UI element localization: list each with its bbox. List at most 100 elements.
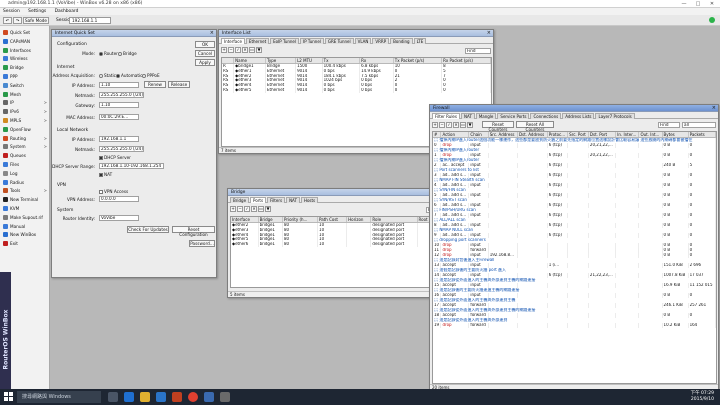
winbox-taskbar-icon[interactable]: [204, 392, 214, 402]
undo-button[interactable]: ↶: [3, 17, 12, 24]
release-button[interactable]: Release: [168, 81, 190, 88]
dhcp-range-field[interactable]: 192.168.1.10-192.168.1.254: [99, 163, 164, 169]
disable-icon[interactable]: ✕: [251, 206, 257, 212]
router-identity-field[interactable]: VoVibe: [99, 215, 139, 221]
comment-icon[interactable]: ▭: [460, 122, 466, 128]
redo-button[interactable]: ↷: [13, 17, 22, 24]
filter-icon[interactable]: ▼: [256, 47, 262, 53]
sidebar-item-mesh[interactable]: Mesh: [1, 91, 49, 98]
start-button[interactable]: [4, 392, 14, 402]
chain-select[interactable]: all: [682, 122, 716, 128]
filter-icon[interactable]: ▼: [467, 122, 473, 128]
table-row[interactable]: ◆ether6 bridge1 80 10 designated port: [231, 242, 452, 247]
sidebar-item-capsman[interactable]: CAPsMAN: [1, 38, 49, 45]
disable-icon[interactable]: ✕: [453, 122, 459, 128]
tab-mangle[interactable]: Mangle: [475, 113, 497, 119]
column-header[interactable]: Src. Port: [567, 132, 589, 138]
tab-nat[interactable]: NAT: [286, 197, 300, 203]
tab-layer7-protocols[interactable]: Layer7 Protocols: [595, 113, 635, 119]
comment-icon[interactable]: ▭: [249, 47, 255, 53]
sidebar-item-mpls[interactable]: MPLS >: [1, 117, 49, 124]
column-header[interactable]: Protoc...: [547, 132, 569, 138]
tab-interface[interactable]: Interface: [221, 38, 245, 44]
reset-all-counters-button[interactable]: Reset All Counters: [516, 121, 554, 132]
column-header[interactable]: Out. Int...: [638, 132, 663, 138]
sidebar-item-manual[interactable]: Manual: [1, 223, 49, 230]
filter-icon[interactable]: ▼: [265, 206, 271, 212]
tab-vlan[interactable]: VLAN: [354, 38, 372, 44]
quickset-title-bar[interactable]: Internet Quick Set ×: [52, 30, 216, 37]
sidebar-item-radius[interactable]: Radius: [1, 179, 49, 186]
close-icon[interactable]: ×: [487, 30, 491, 37]
column-header[interactable]: Dst. Address: [517, 132, 548, 138]
sidebar-item-bridge[interactable]: Bridge: [1, 64, 49, 71]
close-button[interactable]: ✕: [705, 0, 719, 8]
close-icon[interactable]: ×: [712, 105, 716, 112]
add-icon[interactable]: +: [230, 206, 236, 212]
cancel-button[interactable]: Cancel: [195, 50, 215, 57]
sidebar-item-switch[interactable]: Switch: [1, 82, 49, 89]
nat-checkbox[interactable]: NAT: [99, 172, 112, 177]
app-icon[interactable]: [172, 392, 182, 402]
sidebar-item-tools[interactable]: Tools >: [1, 187, 49, 194]
tab-lte[interactable]: LTE: [413, 38, 427, 44]
addr-pppoe-radio[interactable]: PPPoE: [142, 73, 160, 78]
sidebar-item-openflow[interactable]: OpenFlow: [1, 126, 49, 133]
menu-session[interactable]: Session: [3, 9, 20, 14]
reset-configuration-button[interactable]: Reset Configuration: [172, 226, 215, 237]
addr-static-radio[interactable]: Static: [99, 73, 116, 78]
sidebar-item-ipv6[interactable]: IPv6 >: [1, 108, 49, 115]
remove-icon[interactable]: −: [439, 122, 445, 128]
column-header[interactable]: In. Inter...: [615, 132, 640, 138]
sidebar-item-ip[interactable]: IP >: [1, 99, 49, 106]
edge-icon[interactable]: [124, 392, 134, 402]
remove-icon[interactable]: −: [228, 47, 234, 53]
enable-icon[interactable]: ✓: [235, 47, 241, 53]
sidebar-item-new-terminal[interactable]: New Terminal: [1, 196, 49, 203]
sidebar-item-kvm[interactable]: KVM: [1, 205, 49, 212]
sidebar-item-system[interactable]: System >: [1, 143, 49, 150]
firewall-find-field[interactable]: Find: [658, 122, 680, 128]
tab-connections[interactable]: Connections: [530, 113, 562, 119]
tab-bridge[interactable]: Bridge: [230, 197, 250, 203]
sidebar-item-exit[interactable]: Exit: [1, 240, 49, 247]
sidebar-item-make-supout-rif[interactable]: Make Supout.rif: [1, 214, 49, 221]
apply-button[interactable]: Apply: [195, 59, 215, 66]
tab-ip-tunnel[interactable]: IP Tunnel: [300, 38, 324, 44]
vpn-access-checkbox[interactable]: VPN Access: [99, 189, 128, 194]
check-updates-button[interactable]: Check For Updates: [127, 226, 169, 233]
tab-service-ports[interactable]: Service Ports: [497, 113, 530, 119]
disable-icon[interactable]: ✕: [242, 47, 248, 53]
password-button[interactable]: Password...: [189, 240, 215, 247]
menu-dashboard[interactable]: Dashboard: [55, 9, 79, 14]
sidebar-item-quick-set[interactable]: Quick Set: [1, 29, 49, 36]
add-icon[interactable]: +: [432, 122, 438, 128]
task-view-icon[interactable]: [108, 392, 118, 402]
firewall-title-bar[interactable]: Firewall ×: [430, 105, 718, 112]
store-icon[interactable]: [156, 392, 166, 402]
minimize-button[interactable]: —: [677, 0, 691, 8]
tab-bonding[interactable]: Bonding: [390, 38, 413, 44]
system-clock[interactable]: 下午 07:29 2015/9/10: [691, 391, 714, 403]
column-header[interactable]: Src. Address: [488, 132, 518, 138]
folder-icon[interactable]: [140, 392, 150, 402]
local-netmask-field[interactable]: 255.255.255.0 (/24): [99, 146, 144, 152]
tab-ports[interactable]: Ports: [250, 197, 267, 203]
tab-filters[interactable]: Filters: [267, 197, 286, 203]
mode-router-radio[interactable]: Router: [99, 51, 118, 56]
safe-mode-button[interactable]: Safe Mode: [23, 17, 49, 24]
ok-button[interactable]: OK: [195, 41, 215, 48]
bridge-title-bar[interactable]: Bridge×: [228, 189, 454, 196]
enable-icon[interactable]: ✓: [446, 122, 452, 128]
local-ip-field[interactable]: 192.168.1.1: [99, 136, 139, 142]
tab-filter-rules[interactable]: Filter Rules: [432, 113, 460, 119]
tab-nat[interactable]: NAT: [460, 113, 475, 119]
menu-settings[interactable]: Settings: [28, 9, 46, 14]
gateway-field[interactable]: 1.10: [99, 102, 139, 108]
addr-auto-radio[interactable]: Automatic: [116, 73, 142, 78]
sidebar-item-routing[interactable]: Routing >: [1, 135, 49, 142]
app-icon[interactable]: [220, 392, 230, 402]
remove-icon[interactable]: −: [237, 206, 243, 212]
vpn-address-field[interactable]: 0.0.0.0: [99, 196, 139, 202]
session-field[interactable]: 192.168.1.1: [69, 17, 111, 24]
